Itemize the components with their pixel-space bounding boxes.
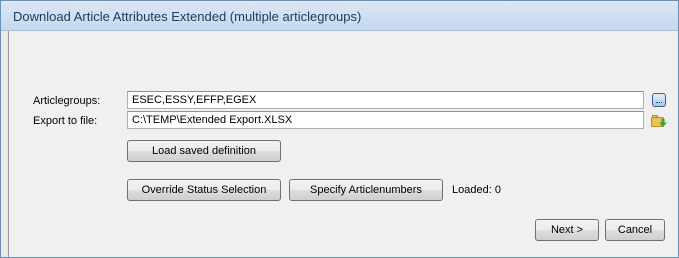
window-title: Download Article Attributes Extended (mu…	[13, 9, 362, 24]
cancel-button[interactable]: Cancel	[605, 219, 665, 241]
export-file-label: Export to file:	[33, 115, 98, 127]
articlegroups-label: Articlegroups:	[33, 95, 101, 107]
next-button[interactable]: Next >	[535, 219, 599, 241]
loaded-count-text: Loaded: 0	[452, 184, 501, 196]
specify-articlenumbers-button[interactable]: Specify Articlenumbers	[289, 179, 443, 201]
articlegroups-browse-button[interactable]	[651, 92, 667, 108]
folder-icon	[651, 114, 667, 128]
export-folder-button[interactable]	[651, 113, 667, 129]
articlegroups-input[interactable]: ESEC,ESSY,EFFP,EGEX	[127, 91, 644, 109]
override-status-selection-button[interactable]: Override Status Selection	[127, 179, 281, 201]
title-bar: Download Article Attributes Extended (mu…	[1, 1, 678, 31]
dialog-window: Download Article Attributes Extended (mu…	[0, 0, 679, 258]
left-panel-edge	[1, 31, 9, 257]
browse-icon	[652, 93, 666, 107]
load-saved-definition-button[interactable]: Load saved definition	[127, 140, 281, 162]
export-file-input[interactable]: C:\TEMP\Extended Export.XLSX	[127, 111, 644, 129]
